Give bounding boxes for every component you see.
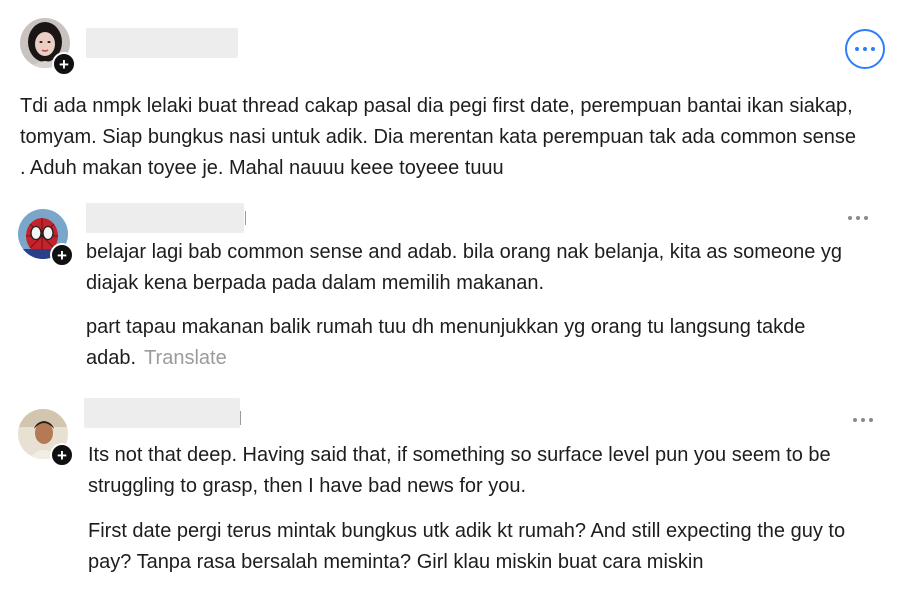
follow-plus-icon[interactable]: + — [50, 443, 74, 467]
reply-2-text-1: Its not that deep. Having said that, if … — [88, 444, 831, 497]
follow-plus-icon[interactable]: + — [52, 52, 76, 76]
reply-1-avatar[interactable]: + — [18, 209, 74, 267]
reply-2-more-icon[interactable] — [853, 418, 873, 422]
more-options-icon[interactable] — [845, 29, 885, 69]
reply-2-text-2: First date pergi terus mintak bungkus ut… — [88, 520, 846, 573]
translate-link[interactable]: Translate — [144, 347, 227, 369]
post-avatar[interactable]: + — [20, 18, 76, 76]
post-text: Tdi ada nmpk lelaki buat thread cakap pa… — [20, 95, 857, 179]
reply-2-avatar[interactable]: + — [18, 409, 74, 467]
reply-2-username-redacted — [84, 398, 240, 428]
reply-1-more-icon[interactable] — [848, 216, 868, 220]
reply-1-username-redacted — [86, 203, 244, 233]
post-username-redacted — [86, 28, 238, 58]
reply-1-text-1: belajar lagi bab common sense and adab. … — [86, 241, 843, 294]
follow-plus-icon[interactable]: + — [50, 243, 74, 267]
reply-1-text-2: part tapau makanan balik rumah tuu dh me… — [86, 312, 846, 374]
